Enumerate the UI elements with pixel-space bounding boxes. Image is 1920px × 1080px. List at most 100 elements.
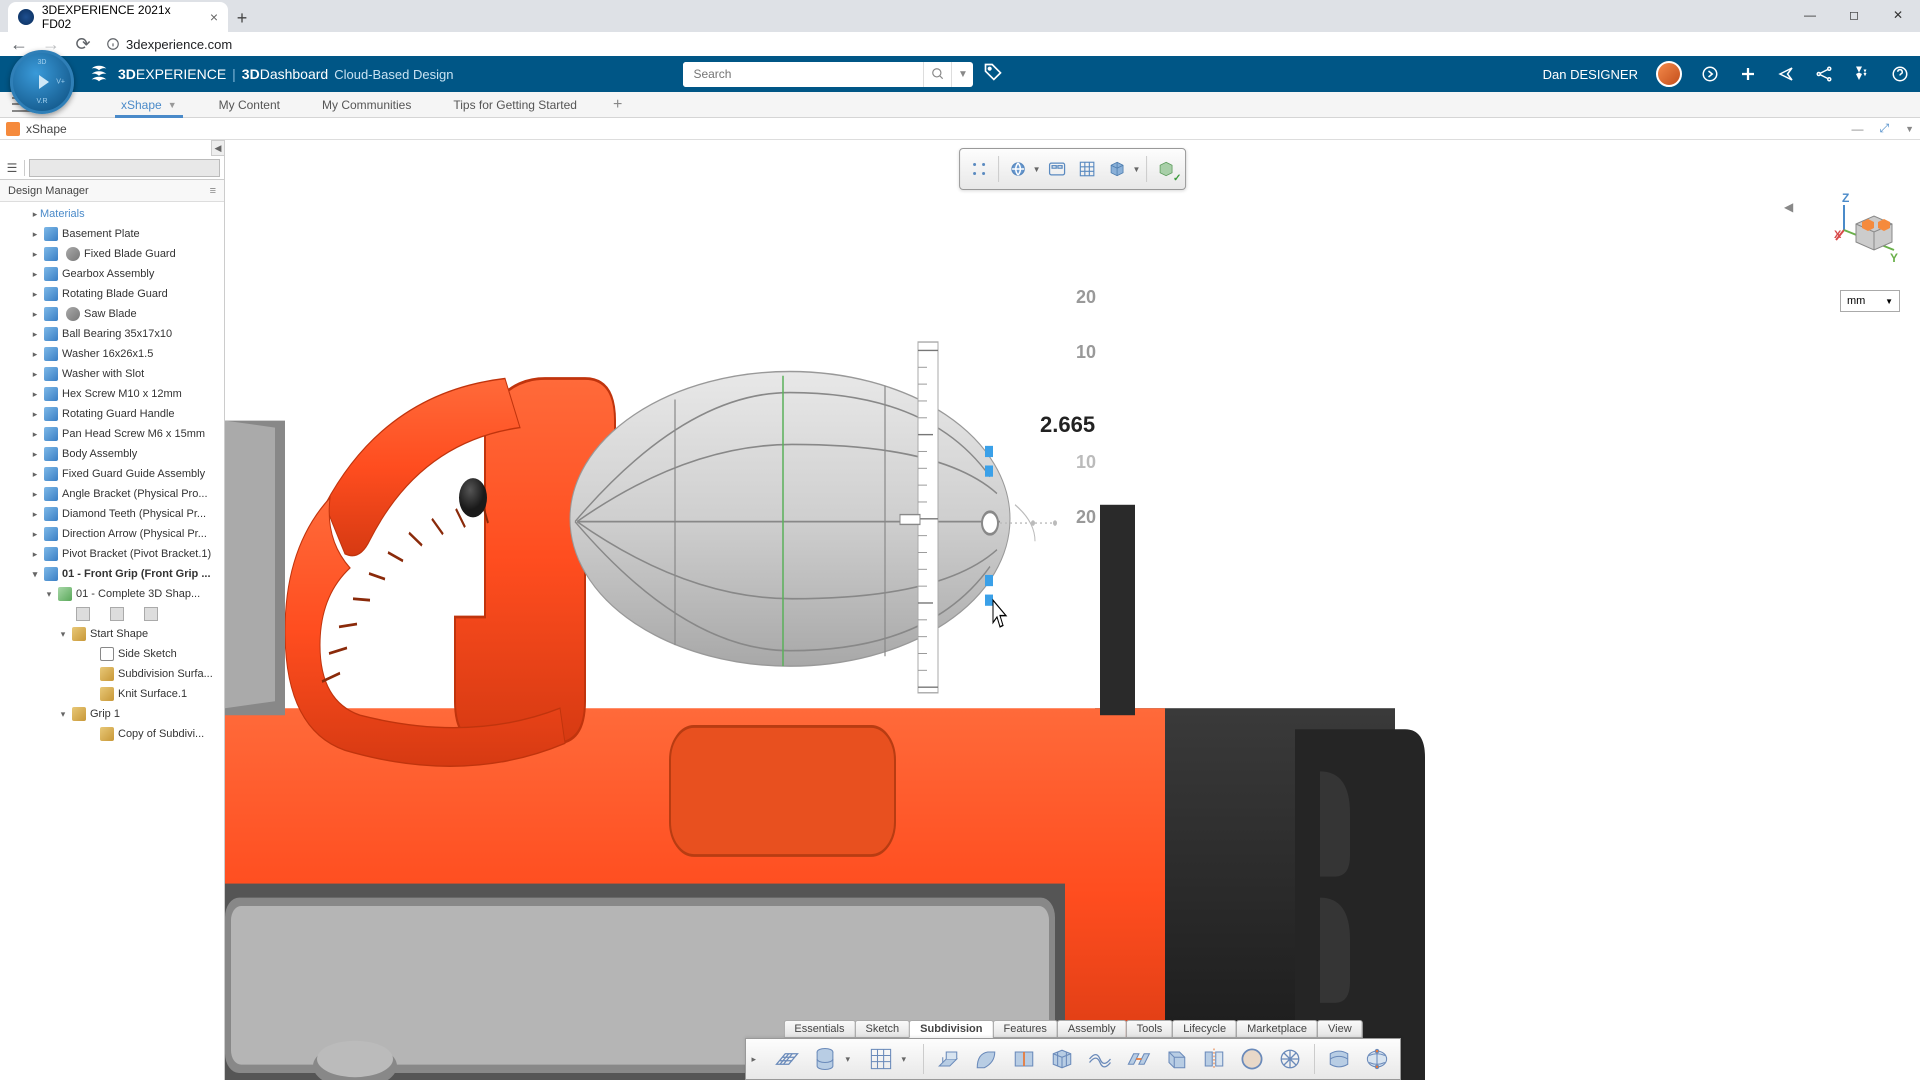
minimize-panel-icon[interactable]: — — [1851, 122, 1863, 136]
tree-item-label[interactable]: Fixed Guard Guide Assembly — [62, 468, 205, 480]
tree-item-label[interactable]: Hex Screw M10 x 12mm — [62, 388, 182, 400]
search-dropdown[interactable]: ▼ — [951, 62, 973, 87]
window-close[interactable]: ✕ — [1876, 0, 1920, 30]
tag-icon[interactable] — [983, 62, 1003, 87]
filter-input[interactable] — [29, 159, 220, 177]
add-tab-button[interactable]: + — [613, 96, 622, 114]
tree-item-label[interactable]: Materials — [40, 208, 85, 220]
tree-item-label[interactable]: Washer with Slot — [62, 368, 144, 380]
dropdown-icon[interactable]: ▼ — [1033, 165, 1041, 174]
tab-assembly[interactable]: Assembly — [1057, 1020, 1127, 1038]
tab-essentials[interactable]: Essentials — [783, 1020, 855, 1038]
tool-cage-icon[interactable] — [1360, 1042, 1394, 1076]
tree-item-label[interactable]: Diamond Teeth (Physical Pr... — [62, 508, 206, 520]
tree-item-label[interactable]: Angle Bracket (Physical Pro... — [62, 488, 208, 500]
share-icon[interactable] — [1776, 64, 1796, 84]
tool-thicken-icon[interactable] — [1159, 1042, 1193, 1076]
plane-xy-icon[interactable] — [76, 607, 90, 621]
tool-crease-icon[interactable] — [1083, 1042, 1117, 1076]
view-confirm-icon[interactable] — [1153, 156, 1179, 182]
tree-item-label[interactable]: Grip 1 — [90, 708, 120, 720]
unit-selector[interactable]: mm ▼ — [1840, 290, 1900, 312]
window-maximize[interactable]: ◻ — [1832, 0, 1876, 30]
tree-item-label[interactable]: Fixed Blade Guard — [84, 248, 176, 260]
tab-sketch[interactable]: Sketch — [854, 1020, 910, 1038]
tool-delete-icon[interactable] — [1235, 1042, 1269, 1076]
collapse-cube-icon[interactable]: ◀ — [1784, 200, 1793, 214]
tree-item-label[interactable]: Direction Arrow (Physical Pr... — [62, 528, 207, 540]
tab-mycommunities[interactable]: My Communities — [316, 92, 417, 117]
tool-circular-icon[interactable] — [1273, 1042, 1307, 1076]
tool-mirror-icon[interactable] — [1197, 1042, 1231, 1076]
tree-item-label[interactable]: Washer 16x26x1.5 — [62, 348, 153, 360]
tree-item-label[interactable]: Copy of Subdivi... — [118, 728, 204, 740]
tree-item-label[interactable]: Knit Surface.1 — [118, 688, 187, 700]
tool-bridge-icon[interactable] — [1121, 1042, 1155, 1076]
address-bar[interactable]: 3dexperience.com — [106, 37, 306, 52]
toolbar-expand-icon[interactable]: ▸ — [752, 1054, 766, 1065]
panel-menu-icon[interactable]: ≡ — [210, 185, 216, 197]
tree-item-label[interactable]: Rotating Guard Handle — [62, 408, 175, 420]
tab-tips[interactable]: Tips for Getting Started — [447, 92, 583, 117]
collapse-panel-icon[interactable]: ⤢ — [1879, 121, 1889, 136]
tab-xshape[interactable]: xShape▼ — [115, 92, 183, 117]
panel-menu-icon[interactable]: ▼ — [1905, 124, 1914, 134]
view-cube-icon[interactable] — [1105, 156, 1131, 182]
tool-primitive-plane-icon[interactable] — [770, 1042, 804, 1076]
tab-tools[interactable]: Tools — [1126, 1020, 1174, 1038]
window-minimize[interactable]: — — [1788, 0, 1832, 30]
tree-view-icon[interactable]: ☰ — [4, 160, 20, 176]
tree-item-label[interactable]: Pan Head Screw M6 x 15mm — [62, 428, 205, 440]
feature-tree[interactable]: ▸Materials ▸Basement Plate ▸Fixed Blade … — [0, 202, 224, 1080]
tab-subdivision[interactable]: Subdivision — [909, 1020, 993, 1038]
tool-primitive-cylinder-icon[interactable] — [808, 1042, 842, 1076]
tree-item-label[interactable]: Basement Plate — [62, 228, 140, 240]
help-icon[interactable] — [1890, 64, 1910, 84]
tree-item-label[interactable]: Subdivision Surfa... — [118, 668, 213, 680]
search-field[interactable]: ▼ — [683, 62, 973, 87]
tab-view[interactable]: View — [1317, 1020, 1363, 1038]
view-fit-icon[interactable] — [966, 156, 992, 182]
plane-yz-icon[interactable] — [110, 607, 124, 621]
tree-item-label[interactable]: Side Sketch — [118, 648, 177, 660]
tool-extrude-face-icon[interactable] — [931, 1042, 965, 1076]
3d-viewport[interactable]: 20 10 10 20 2.665 ▼ ▼ ◀ Z X — [225, 140, 1920, 1080]
search-input[interactable] — [683, 62, 923, 87]
tool-bend-icon[interactable] — [969, 1042, 1003, 1076]
tool-grid-icon[interactable] — [864, 1042, 898, 1076]
dropdown-icon[interactable]: ▼ — [1133, 165, 1141, 174]
search-icon[interactable] — [923, 62, 951, 87]
tool-subdivide-icon[interactable] — [1045, 1042, 1079, 1076]
tool-insert-edge-icon[interactable] — [1007, 1042, 1041, 1076]
browser-tab[interactable]: 3DEXPERIENCE 2021x FD02 × — [8, 2, 228, 32]
compass-button[interactable]: 3D V+ V.R — [10, 50, 78, 118]
tree-item-label[interactable]: Saw Blade — [84, 308, 137, 320]
tree-item-label[interactable]: Rotating Blade Guard — [62, 288, 168, 300]
connect-icon[interactable] — [1814, 64, 1834, 84]
tree-item-label[interactable]: Body Assembly — [62, 448, 137, 460]
notifications-icon[interactable] — [1700, 64, 1720, 84]
tab-marketplace[interactable]: Marketplace — [1236, 1020, 1318, 1038]
tab-mycontent[interactable]: My Content — [213, 92, 286, 117]
tree-item-label[interactable]: Pivot Bracket (Pivot Bracket.1) — [62, 548, 211, 560]
tool-knit-icon[interactable] — [1322, 1042, 1356, 1076]
add-icon[interactable] — [1738, 64, 1758, 84]
view-cube[interactable]: ◀ Z X Y — [1814, 190, 1900, 268]
dropdown-icon[interactable]: ▾ — [902, 1054, 916, 1065]
apps-icon[interactable] — [1852, 64, 1872, 84]
plane-xz-icon[interactable] — [144, 607, 158, 621]
tree-item-label[interactable]: 01 - Front Grip (Front Grip ... — [62, 568, 211, 580]
tree-item-label[interactable]: Start Shape — [90, 628, 148, 640]
panel-collapse-button[interactable]: ◀ — [211, 140, 225, 156]
view-grid-icon[interactable] — [1075, 156, 1101, 182]
tree-item-label[interactable]: Gearbox Assembly — [62, 268, 154, 280]
tab-close-icon[interactable]: × — [210, 9, 218, 25]
tab-features[interactable]: Features — [992, 1020, 1057, 1038]
new-tab-button[interactable]: + — [228, 4, 256, 32]
avatar[interactable] — [1656, 61, 1682, 87]
view-globe-icon[interactable] — [1005, 156, 1031, 182]
tree-item-label[interactable]: Ball Bearing 35x17x10 — [62, 328, 172, 340]
tab-lifecycle[interactable]: Lifecycle — [1172, 1020, 1237, 1038]
tree-item-label[interactable]: 01 - Complete 3D Shap... — [76, 588, 200, 600]
view-hud-icon[interactable] — [1045, 156, 1071, 182]
